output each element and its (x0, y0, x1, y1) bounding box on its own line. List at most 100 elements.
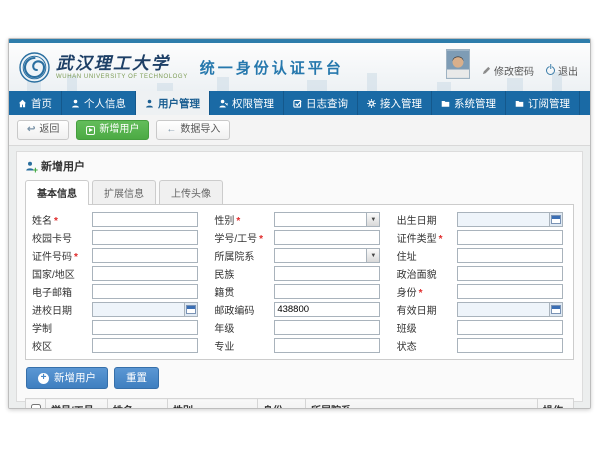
address-input[interactable] (458, 249, 562, 262)
field-enroll-date: 进校日期* (32, 302, 202, 317)
schooling-length-input[interactable] (93, 321, 197, 334)
department-input[interactable] (275, 249, 366, 262)
change-password-link[interactable]: 修改密码 (482, 63, 534, 78)
id-type-input[interactable] (458, 231, 562, 244)
nav-item-home[interactable]: 首页 (9, 91, 62, 115)
class-input[interactable] (458, 321, 562, 334)
dropdown-arrow-icon[interactable]: ▼ (366, 213, 379, 226)
tab-upload-avatar[interactable]: 上传头像 (159, 180, 223, 204)
field-gender: 性别* ▼ (214, 212, 384, 227)
section-title-label: 新增用户 (41, 158, 85, 174)
enroll-date-input[interactable] (93, 303, 184, 316)
main-nav: 首页 个人信息 用户管理 权限管理 日志查询 接入管理 系统管理 订阅管理 (9, 91, 590, 115)
required-marker: * (74, 252, 78, 263)
field-department: 所属院系* ▼ (214, 248, 384, 263)
user-avatar (446, 49, 470, 79)
data-import-button[interactable]: ← 数据导入 (156, 120, 230, 140)
home-icon (18, 99, 27, 108)
select-all-cell (26, 399, 46, 410)
nav-item-subscription-management[interactable]: 订阅管理 (506, 91, 580, 115)
email-input[interactable] (93, 285, 197, 298)
content-area: ↩ 返回 新增用户 ← 数据导入 + 新增用户 (9, 115, 590, 408)
field-name: 姓名* (32, 212, 202, 227)
required-marker: * (259, 234, 263, 245)
edit-icon (482, 66, 491, 75)
field-campus-card-no: 校园卡号* (32, 230, 202, 245)
university-name: 武汉理工大学 WUHAN UNIVERSITY OF TECHNOLOGY (56, 55, 188, 80)
add-user-toolbar-button[interactable]: 新增用户 (76, 120, 149, 140)
table-column-header: 身份 (258, 399, 306, 410)
table-column-header: 所属院系 (306, 399, 538, 410)
gender-input[interactable] (275, 213, 366, 226)
change-password-label: 修改密码 (494, 63, 534, 78)
back-arrow-icon: ↩ (27, 124, 35, 136)
field-class: 班级* (397, 320, 567, 335)
field-id-number: 证件号码* (32, 248, 202, 263)
student-no-input[interactable] (275, 231, 379, 244)
university-name-en: WUHAN UNIVERSITY OF TECHNOLOGY (56, 74, 188, 80)
field-major: 专业* (214, 338, 384, 353)
form-grid: 姓名* 性别* ▼ 出生日期* 校园卡号* 学号/工号* (32, 212, 567, 353)
add-user-toolbar-label: 新增用户 (99, 124, 139, 136)
native-place-input[interactable] (275, 285, 379, 298)
field-political-status: 政治面貌* (397, 266, 567, 281)
user-key-icon (219, 99, 228, 108)
add-user-icon (86, 126, 95, 135)
app-window: 武汉理工大学 WUHAN UNIVERSITY OF TECHNOLOGY 统一… (8, 38, 591, 409)
submit-add-user-button[interactable]: + 新增用户 (26, 367, 108, 389)
political-status-input[interactable] (458, 267, 562, 280)
tab-extended-info[interactable]: 扩展信息 (92, 180, 156, 204)
nav-item-system-management[interactable]: 系统管理 (432, 91, 506, 115)
nav-item-log-query[interactable]: 日志查询 (284, 91, 358, 115)
back-button-label: 返回 (39, 124, 59, 136)
status-input[interactable] (458, 339, 562, 352)
brand-header: 武汉理工大学 WUHAN UNIVERSITY OF TECHNOLOGY 统一… (9, 43, 590, 91)
field-postal-code: 邮政编码* (214, 302, 384, 317)
table-column-header: 性别 (168, 399, 258, 410)
valid-date-input[interactable] (458, 303, 549, 316)
table-header-row: 学号/工号姓名性别身份所属院系操作 (26, 399, 574, 410)
tab-basic-info[interactable]: 基本信息 (25, 180, 89, 205)
page: 武汉理工大学 WUHAN UNIVERSITY OF TECHNOLOGY 统一… (0, 0, 600, 450)
nav-item-personal-info[interactable]: 个人信息 (62, 91, 136, 115)
nav-item-access-management[interactable]: 接入管理 (358, 91, 432, 115)
nav-item-permission-management[interactable]: 权限管理 (210, 91, 284, 115)
campus-input[interactable] (93, 339, 197, 352)
toolbar: ↩ 返回 新增用户 ← 数据导入 (9, 115, 590, 146)
identity-input[interactable] (458, 285, 562, 298)
id-number-input[interactable] (93, 249, 197, 262)
ethnicity-input[interactable] (275, 267, 379, 280)
select-all-checkbox[interactable] (31, 404, 41, 409)
country-region-input[interactable] (93, 267, 197, 280)
field-status: 状态* (397, 338, 567, 353)
calendar-icon[interactable] (549, 213, 562, 226)
table-column-header: 学号/工号 (46, 399, 108, 410)
logout-link[interactable]: 退出 (546, 63, 578, 78)
birth-date-input[interactable] (458, 213, 549, 226)
postal-code-input[interactable] (275, 303, 379, 316)
field-valid-date: 有效日期* (397, 302, 567, 317)
reset-label: 重置 (126, 372, 147, 384)
reset-button[interactable]: 重置 (114, 367, 159, 389)
campus-card-no-input[interactable] (93, 231, 197, 244)
calendar-icon[interactable] (549, 303, 562, 316)
nav-item-user-management[interactable]: 用户管理 (136, 91, 210, 115)
grade-input[interactable] (275, 321, 379, 334)
power-icon (546, 66, 555, 75)
users-icon (145, 99, 154, 108)
new-user-panel: + 新增用户 基本信息 扩展信息 上传头像 姓名* 性别* ▼ (16, 151, 583, 402)
major-input[interactable] (275, 339, 379, 352)
field-address: 住址* (397, 248, 567, 263)
field-native-place: 籍贯* (214, 284, 384, 299)
add-person-icon: + (25, 161, 36, 172)
back-button[interactable]: ↩ 返回 (17, 120, 69, 140)
plus-icon: + (38, 373, 49, 384)
required-marker: * (54, 216, 58, 227)
name-input[interactable] (93, 213, 197, 226)
data-import-label: 数据导入 (180, 124, 220, 136)
log-icon (293, 99, 302, 108)
calendar-icon[interactable] (184, 303, 197, 316)
field-birth-date: 出生日期* (397, 212, 567, 227)
platform-title: 统一身份认证平台 (200, 57, 344, 78)
dropdown-arrow-icon[interactable]: ▼ (366, 249, 379, 262)
